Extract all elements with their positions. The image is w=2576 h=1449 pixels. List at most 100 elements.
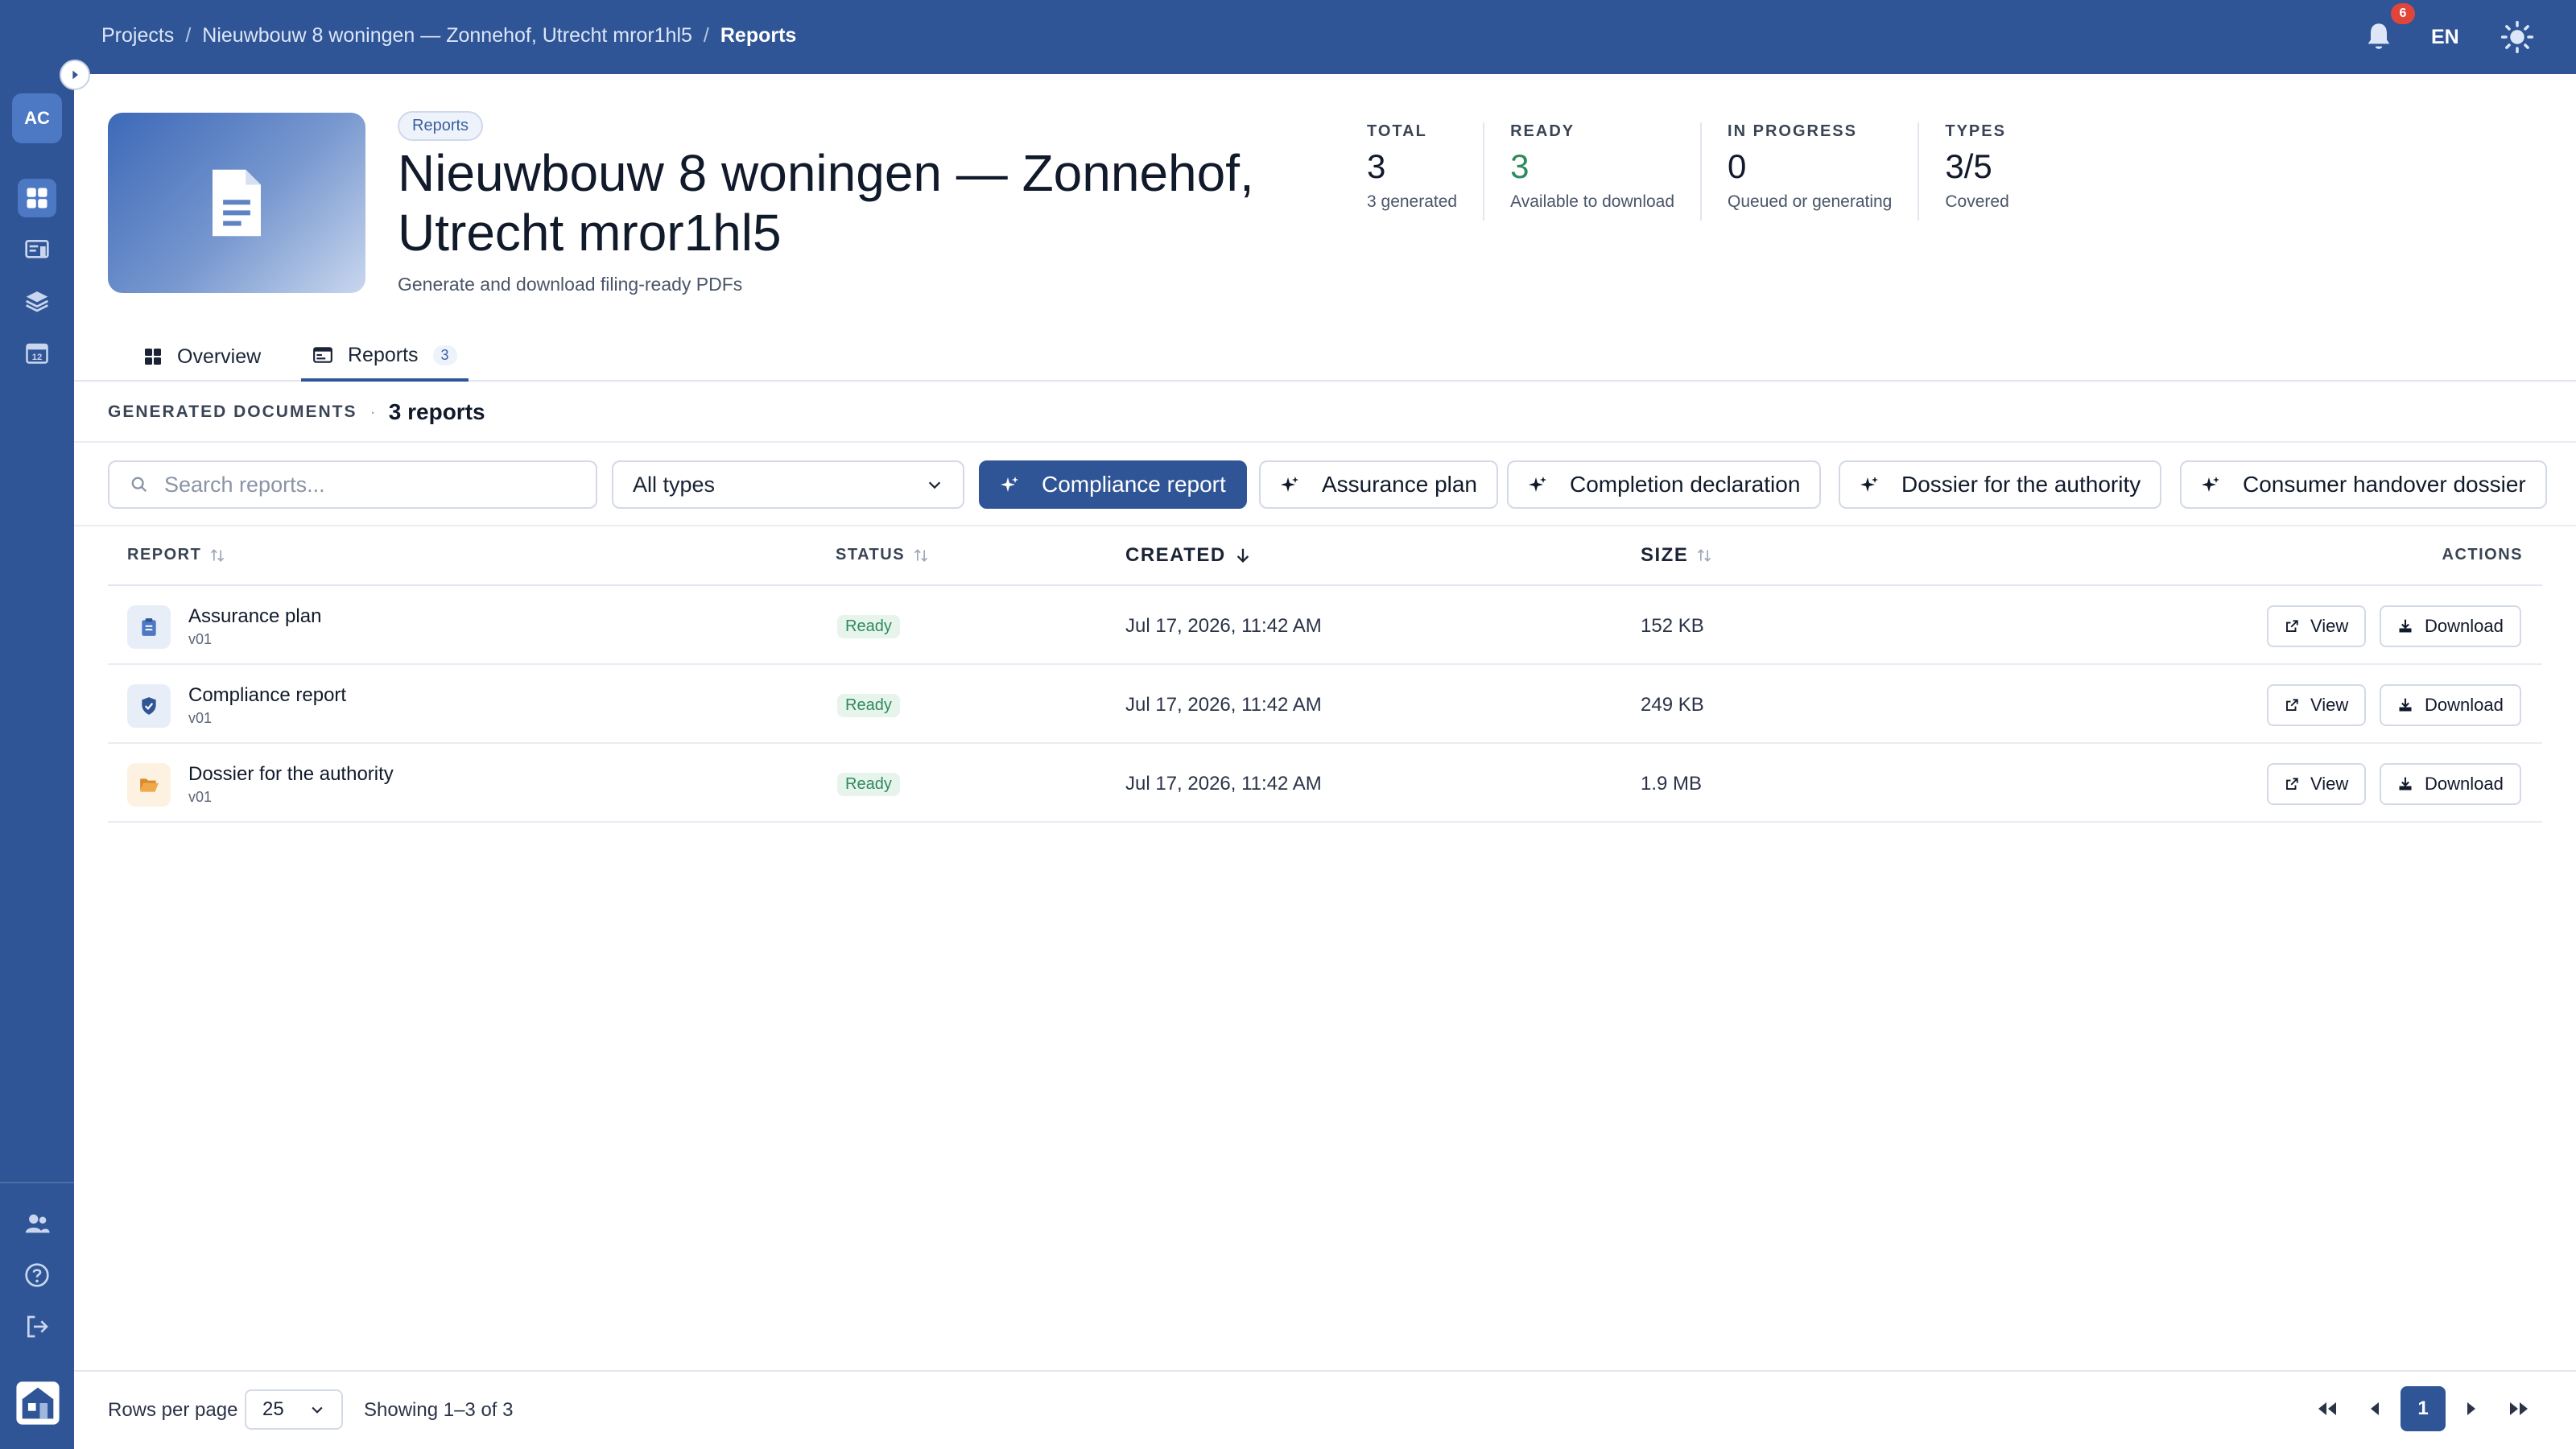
button-label: View <box>2310 774 2349 794</box>
download-button[interactable]: Download <box>2380 605 2521 647</box>
button-label: Download <box>2425 616 2504 636</box>
section-tag: Reports <box>398 111 484 141</box>
column-header-report[interactable]: REPORT <box>127 546 225 564</box>
generate-completion-declaration-button[interactable]: Completion declaration <box>1507 460 1822 509</box>
sidebar-item-reports[interactable] <box>18 230 56 269</box>
column-header-status[interactable]: STATUS <box>836 546 929 564</box>
sun-icon[interactable] <box>2500 20 2534 54</box>
sidebar-item-help[interactable] <box>18 1256 56 1294</box>
stat-label: READY <box>1510 122 1575 140</box>
section-count: 3 reports <box>388 399 485 424</box>
table-row[interactable]: Dossier for the authority v01 Ready Jul … <box>108 744 2542 823</box>
bell-icon[interactable] <box>2363 21 2395 53</box>
chevrons-right-icon <box>2510 1402 2528 1415</box>
rows-per-page-select[interactable]: 25 <box>245 1389 343 1430</box>
chevron-left-icon <box>2371 1402 2379 1415</box>
grid-icon <box>145 349 161 365</box>
pagination-summary: Showing 1–3 of 3 <box>364 1399 514 1421</box>
generate-consumer-handover-button[interactable]: Consumer handover dossier <box>2180 460 2547 509</box>
breadcrumb-projects[interactable]: Projects <box>101 24 174 47</box>
column-header-created[interactable]: CREATED <box>1125 544 1252 567</box>
breadcrumb-project[interactable]: Nieuwbouw 8 woningen — Zonnehof, Utrecht… <box>202 24 692 47</box>
language-switcher[interactable]: EN <box>2431 26 2459 49</box>
button-label: View <box>2310 616 2349 636</box>
sidebar-item-logout[interactable] <box>18 1307 56 1346</box>
sidebar-item-dashboard[interactable] <box>18 179 56 217</box>
help-icon <box>25 1263 49 1287</box>
reports-icon <box>313 347 332 363</box>
search-input[interactable]: Search reports... <box>108 460 597 509</box>
stat-total: TOTAL 3 3 generated <box>1367 122 1485 221</box>
previous-page-button[interactable] <box>2352 1386 2397 1431</box>
download-button[interactable]: Download <box>2380 763 2521 805</box>
report-name[interactable]: Compliance report <box>188 684 346 707</box>
stat-ready: READY 3 Available to download <box>1510 122 1703 221</box>
type-filter-select[interactable]: All types <box>612 460 964 509</box>
chevron-right-icon <box>72 70 78 80</box>
org-switcher[interactable]: AC <box>12 93 62 143</box>
layers-icon <box>26 291 48 312</box>
download-icon <box>2399 777 2412 791</box>
document-icon <box>213 169 261 237</box>
report-version: v01 <box>188 789 213 805</box>
tab-reports[interactable]: Reports 3 <box>301 332 469 382</box>
sidebar: AA AC 12 <box>0 0 74 1449</box>
project-thumbnail <box>108 113 365 293</box>
next-page-button[interactable] <box>2449 1386 2494 1431</box>
section-label: GENERATED DOCUMENTS <box>108 402 357 421</box>
external-link-icon <box>2286 778 2298 790</box>
chevron-down-icon <box>928 481 941 489</box>
view-button[interactable]: View <box>2267 684 2367 726</box>
svg-text:12: 12 <box>32 353 43 362</box>
tab-overview[interactable]: Overview <box>135 332 269 382</box>
page-subtitle: Generate and download filing-ready PDFs <box>398 274 743 295</box>
users-icon <box>25 1214 50 1233</box>
column-label: SIZE <box>1641 544 1689 566</box>
stat-sub: Available to download <box>1510 192 1675 211</box>
status-badge: Ready <box>837 694 900 717</box>
first-page-button[interactable] <box>2304 1386 2349 1431</box>
status-badge: Ready <box>837 615 900 638</box>
tab-count-badge: 3 <box>432 345 457 365</box>
page-number-button[interactable]: 1 <box>2401 1386 2446 1431</box>
sparkle-icon <box>2202 477 2219 492</box>
button-label: Assurance plan <box>1322 472 1478 497</box>
breadcrumb-current: Reports <box>720 24 797 47</box>
breadcrumb: Projects / Nieuwbouw 8 woningen — Zonneh… <box>101 24 796 47</box>
file-size: 249 KB <box>1641 694 1704 716</box>
view-button[interactable]: View <box>2267 763 2367 805</box>
generate-compliance-report-button[interactable]: Compliance report <box>979 460 1247 509</box>
select-value: All types <box>633 472 716 497</box>
view-button[interactable]: View <box>2267 605 2367 647</box>
report-version: v01 <box>188 710 213 726</box>
button-label: View <box>2310 695 2349 715</box>
stat-value: 3/5 <box>1945 147 1992 185</box>
table-row[interactable]: Compliance report v01 Ready Jul 17, 2026… <box>108 665 2542 744</box>
download-button[interactable]: Download <box>2380 684 2521 726</box>
page-title: Nieuwbouw 8 woningen — Zonnehof, Utrecht… <box>398 144 1254 262</box>
stat-sub: Covered <box>1945 192 2009 211</box>
stat-label: TYPES <box>1945 122 2006 140</box>
sidebar-expand-button[interactable] <box>60 60 90 90</box>
reports-icon <box>25 240 49 258</box>
button-label: Download <box>2425 774 2504 794</box>
calendar-icon: 12 <box>26 343 48 364</box>
breadcrumb-separator: / <box>703 24 709 47</box>
sidebar-item-layers[interactable] <box>18 282 56 320</box>
stat-value: 3 <box>1367 147 1386 185</box>
dashboard-icon <box>27 188 47 208</box>
sidebar-item-users[interactable] <box>18 1204 56 1243</box>
last-page-button[interactable] <box>2497 1386 2542 1431</box>
report-name[interactable]: Dossier for the authority <box>188 763 394 786</box>
external-link-icon <box>2286 699 2298 711</box>
sidebar-item-calendar[interactable]: 12 <box>18 333 56 372</box>
generate-assurance-plan-button[interactable]: Assurance plan <box>1259 460 1499 509</box>
generate-dossier-authority-button[interactable]: Dossier for the authority <box>1839 460 2162 509</box>
table-row[interactable]: Assurance plan v01 Ready Jul 17, 2026, 1… <box>108 586 2542 665</box>
report-name[interactable]: Assurance plan <box>188 605 321 628</box>
stat-value: 0 <box>1728 147 1747 185</box>
stat-label: TOTAL <box>1367 122 1427 140</box>
column-header-size[interactable]: SIZE <box>1641 544 1712 567</box>
chevron-down-icon <box>312 1406 323 1414</box>
created-date: Jul 17, 2026, 11:42 AM <box>1125 773 1322 795</box>
